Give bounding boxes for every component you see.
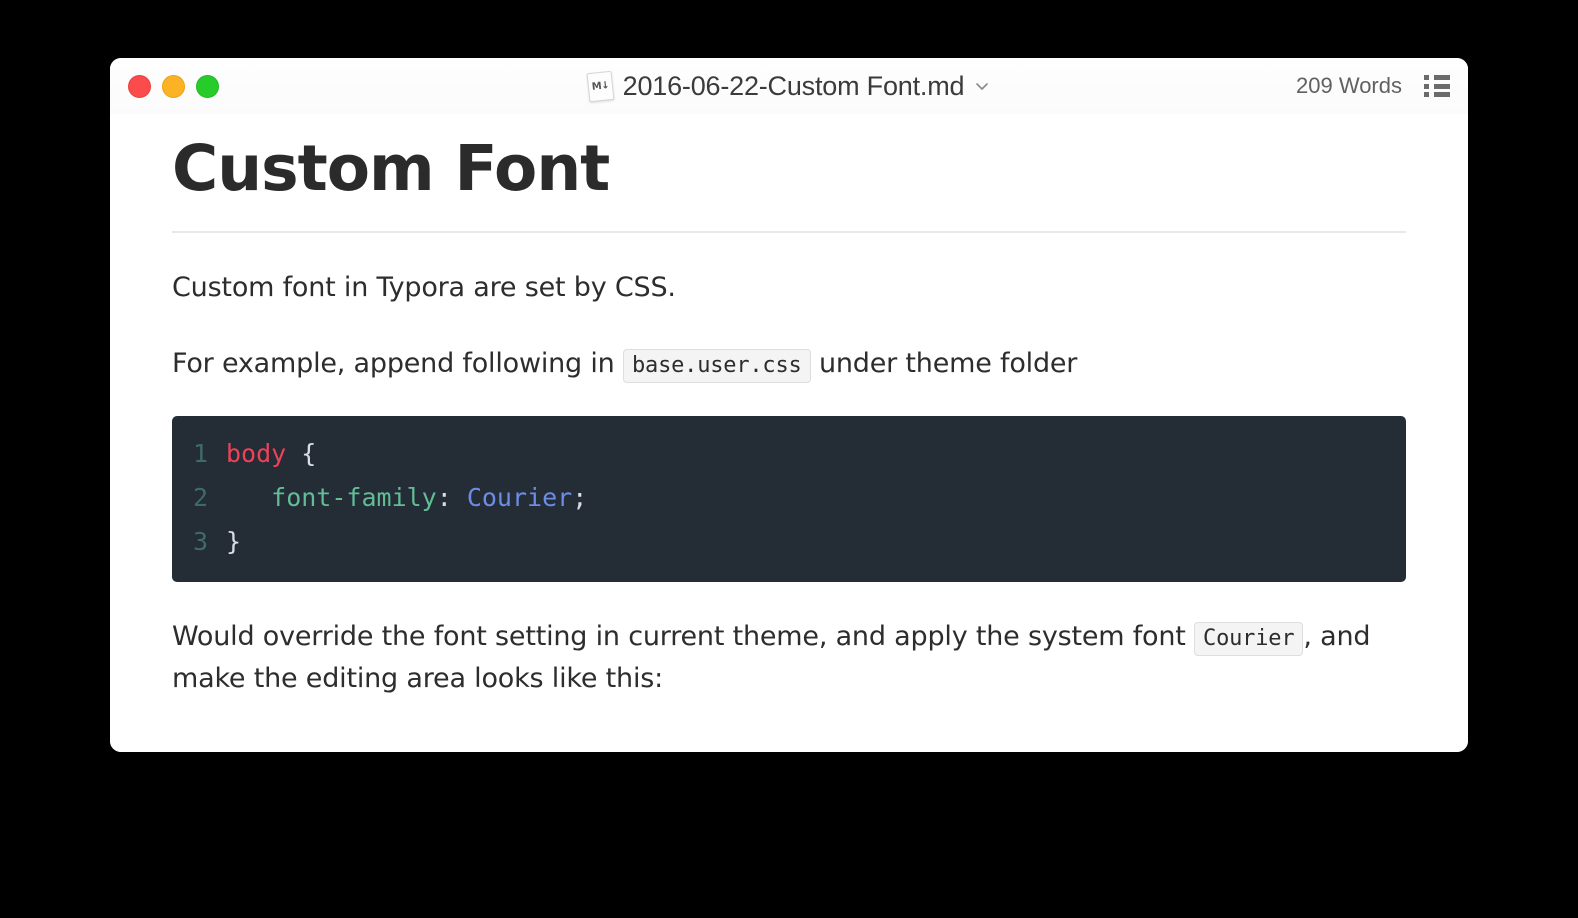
- paragraph-example-text-after: under theme folder: [810, 347, 1078, 379]
- close-window-button[interactable]: [128, 75, 151, 98]
- paragraph-result-text-before: Would override the font setting in curre…: [172, 620, 1195, 652]
- code-token-selector: body: [226, 439, 287, 469]
- code-token-value: Courier: [466, 483, 573, 513]
- maximize-window-button[interactable]: [196, 75, 219, 98]
- titlebar-right: 209 Words: [1296, 58, 1450, 114]
- outline-icon-bullet: [1424, 75, 1429, 80]
- window-controls: [128, 75, 219, 98]
- code-line-number: 3: [192, 526, 208, 556]
- code-token-punctuation: {: [286, 439, 317, 469]
- outline-icon-row: [1424, 83, 1450, 89]
- outline-icon-row: [1424, 92, 1450, 97]
- code-line-number: 1: [192, 439, 208, 469]
- outline-list-icon[interactable]: [1424, 75, 1450, 97]
- titlebar-center: M↓ 2016-06-22-Custom Font.md: [110, 58, 1468, 114]
- document-title[interactable]: 2016-06-22-Custom Font.md: [623, 71, 965, 102]
- code-token-punctuation: }: [226, 526, 242, 556]
- inline-code-base-user-css[interactable]: base.user.css: [622, 348, 811, 383]
- editor-content-area[interactable]: Custom Font Custom font in Typora are se…: [110, 114, 1468, 752]
- word-count-status[interactable]: 209 Words: [1296, 73, 1402, 99]
- code-block-css[interactable]: 1 body { 2 font-family: Courier; 3 }: [172, 416, 1406, 582]
- minimize-window-button[interactable]: [162, 75, 185, 98]
- outline-icon-bar: [1434, 92, 1450, 97]
- markdown-file-icon-label: M↓: [590, 79, 610, 92]
- markdown-file-icon: M↓: [586, 70, 615, 102]
- desktop-background: M↓ 2016-06-22-Custom Font.md 209 Words C…: [0, 0, 1578, 918]
- paragraph-example: For example, append following in base.us…: [172, 343, 1406, 385]
- code-line: 2 font-family: Courier;: [172, 476, 1406, 520]
- window-titlebar[interactable]: M↓ 2016-06-22-Custom Font.md 209 Words: [110, 58, 1468, 114]
- paragraph-intro[interactable]: Custom font in Typora are set by CSS.: [172, 267, 1406, 309]
- chevron-down-icon[interactable]: [974, 78, 990, 94]
- paragraph-result: Would override the font setting in curre…: [172, 616, 1406, 700]
- inline-code-courier[interactable]: Courier: [1194, 621, 1304, 656]
- code-line-content: font-family: Courier;: [226, 476, 587, 520]
- horizontal-rule: [172, 230, 1406, 233]
- outline-icon-bar: [1434, 83, 1450, 89]
- code-line: 1 body {: [172, 432, 1406, 476]
- outline-icon-bar: [1434, 75, 1450, 80]
- outline-icon-row: [1424, 75, 1450, 80]
- typora-editor-window: M↓ 2016-06-22-Custom Font.md 209 Words C…: [110, 58, 1468, 752]
- code-line-content: }: [226, 520, 241, 564]
- page-title[interactable]: Custom Font: [172, 130, 1406, 209]
- code-token-punctuation: :: [436, 483, 467, 513]
- code-line-number: 2: [192, 483, 208, 513]
- code-line-content: body {: [226, 432, 316, 476]
- paragraph-example-text-before: For example, append following in: [172, 347, 623, 379]
- code-token-property: font-family: [226, 483, 437, 513]
- outline-icon-bullet: [1424, 92, 1429, 97]
- outline-icon-bullet: [1424, 83, 1429, 89]
- code-line: 3 }: [172, 520, 1406, 564]
- code-token-punctuation: ;: [572, 483, 588, 513]
